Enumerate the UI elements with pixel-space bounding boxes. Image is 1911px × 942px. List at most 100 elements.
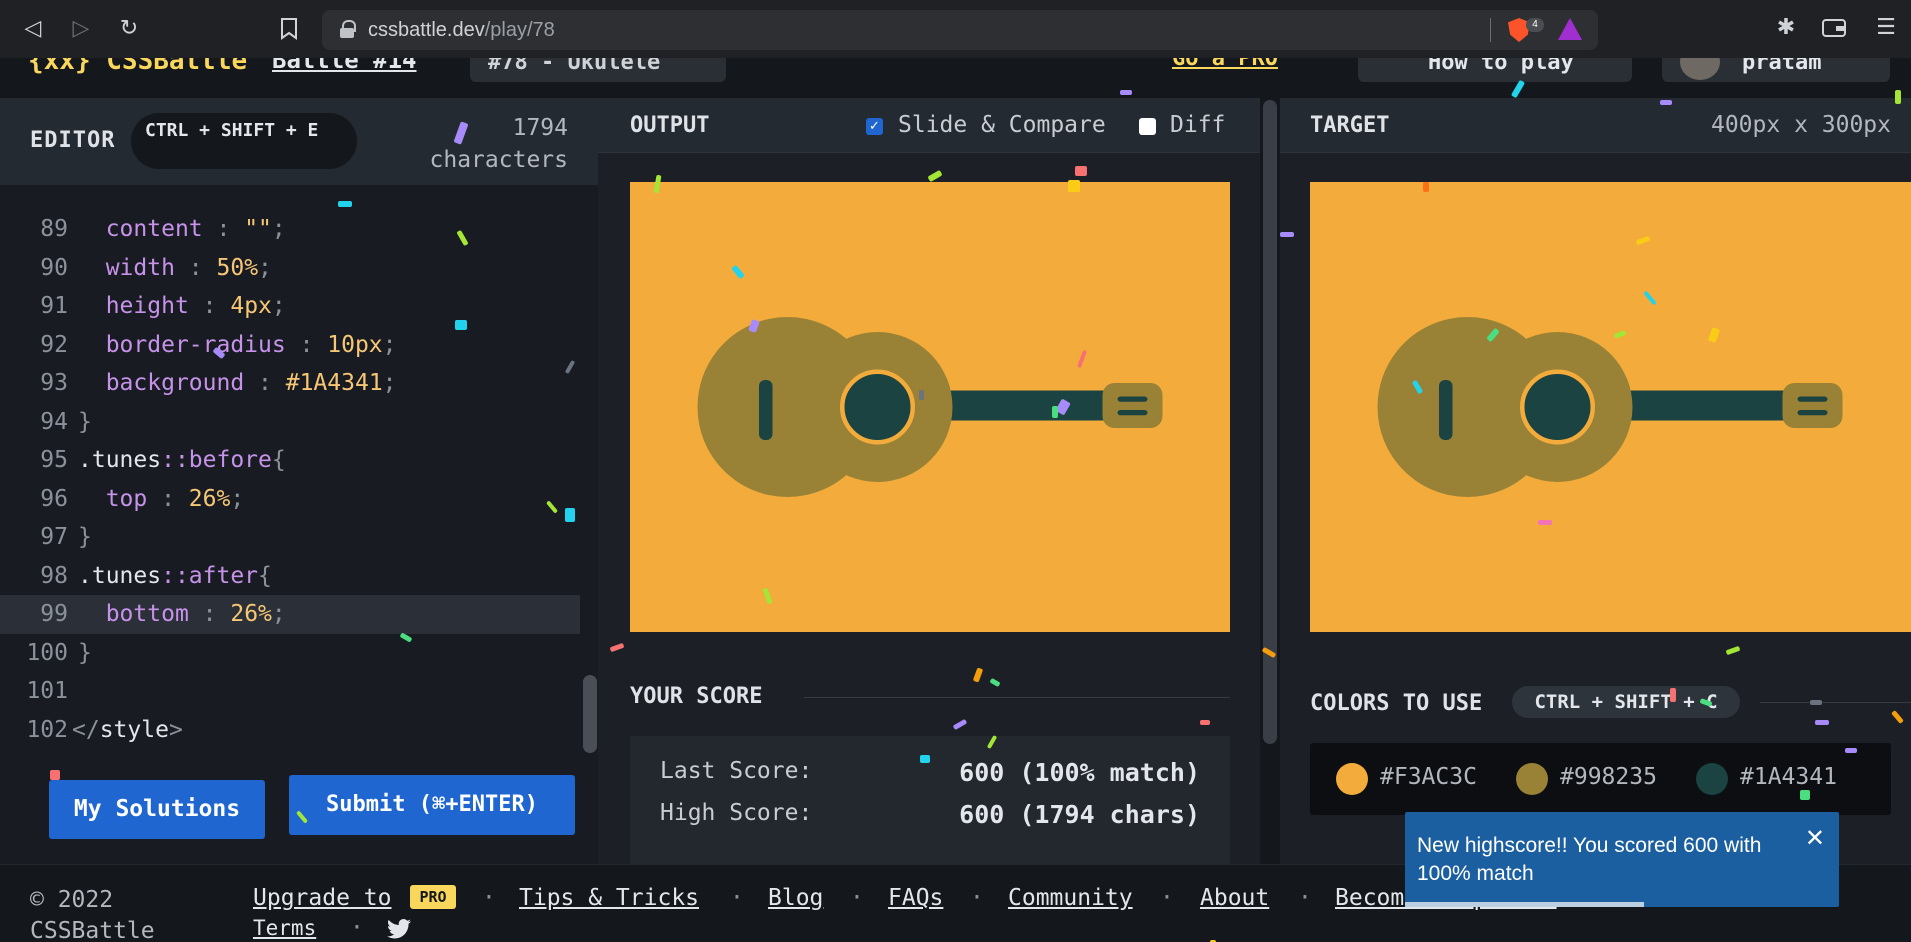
footer-separator: · (1160, 885, 1174, 911)
code-line[interactable]: 94} (0, 403, 580, 442)
line-number: 89 (40, 216, 68, 242)
line-number: 95 (40, 447, 68, 473)
code-editor[interactable]: 89 content : ""; 90 width : 50%; 91 height… (0, 210, 580, 750)
line-content: } (78, 518, 92, 557)
code-line[interactable]: 98 .tunes::after{ (0, 557, 580, 596)
css-property: background (105, 370, 245, 396)
confetti-piece (1815, 720, 1829, 725)
terms-link[interactable]: Terms (253, 916, 316, 940)
code-line[interactable]: 92 border-radius : 10px; (0, 326, 580, 365)
menu-icon[interactable]: ☰ (1872, 14, 1900, 42)
lock-icon (340, 20, 356, 38)
line-number: 100 (26, 639, 68, 666)
profile-button[interactable]: pratam (1662, 58, 1890, 82)
my-solutions-button[interactable]: My Solutions (49, 780, 265, 839)
confetti-piece (565, 508, 575, 522)
code-line[interactable]: 97} (0, 518, 580, 557)
output-preview[interactable] (630, 182, 1230, 632)
last-score-value: 600 (100% match) (959, 758, 1200, 787)
profile-name: pratam (1742, 58, 1822, 75)
line-content: </style> (72, 716, 183, 743)
copyright-owner: CSSBattle (30, 918, 155, 942)
code-line[interactable]: 90 width : 50%; (0, 249, 580, 288)
slide-compare-checkbox[interactable]: ✓ (866, 118, 883, 135)
high-score-label: High Score: (660, 800, 813, 826)
shields-count-badge: 4 (1526, 18, 1544, 32)
confetti-piece (338, 201, 352, 207)
blog-link[interactable]: Blog (768, 885, 823, 911)
line-number: 90 (40, 254, 68, 281)
forward-icon[interactable]: ▷ (66, 14, 96, 44)
color-hex[interactable]: #1A4341 (1740, 764, 1837, 790)
confetti-piece (1670, 688, 1676, 702)
line-number: 93 (40, 370, 68, 396)
confetti-piece (1845, 748, 1857, 753)
diff-checkbox[interactable] (1139, 118, 1156, 135)
css-property: height (105, 293, 189, 319)
color-hex[interactable]: #F3AC3C (1380, 764, 1477, 790)
editor-header: EDITOR CTRL + SHIFT + E 1794 characters (0, 98, 598, 185)
submit-button[interactable]: Submit (⌘+ENTER) (289, 775, 575, 835)
faqs-link[interactable]: FAQs (888, 885, 943, 911)
line-number: 91 (40, 293, 68, 319)
community-link[interactable]: Community (1008, 885, 1133, 911)
twitter-icon[interactable] (387, 919, 411, 939)
go-pro-link[interactable]: Go a PRO (1172, 58, 1278, 71)
address-bar[interactable]: cssbattle.dev/play/78 4 (322, 10, 1598, 50)
editor-panel: EDITOR CTRL + SHIFT + E 1794 characters … (0, 98, 598, 864)
upgrade-link[interactable]: Upgrade to (253, 885, 391, 911)
css-brace: } (78, 524, 92, 550)
tuning-peg-top (1797, 396, 1828, 402)
target-select[interactable]: #78 - Ukulele (470, 58, 726, 82)
editor-scrollbar[interactable] (583, 675, 597, 753)
css-property: border-radius (105, 331, 286, 358)
browser-toolbar: ◁ ▷ ↻ cssbattle.dev/play/78 4 ✱ ☰ (0, 0, 1911, 58)
ukulele-soundhole (840, 369, 915, 445)
code-line[interactable]: 99 bottom : 26%; (0, 595, 580, 634)
color-swatch[interactable] (1336, 763, 1368, 795)
code-line[interactable]: 91 height : 4px; (0, 287, 580, 326)
extensions-icon[interactable]: ✱ (1772, 14, 1800, 42)
about-link[interactable]: About (1200, 885, 1269, 911)
close-icon[interactable]: ✕ (1805, 824, 1825, 852)
line-content: top : 26%; (105, 485, 245, 512)
color-swatch[interactable] (1516, 763, 1548, 795)
code-line[interactable]: 95 .tunes::before{ (0, 441, 580, 480)
ukulele-headstock (1782, 383, 1843, 428)
code-line[interactable]: 93 background : #1A4341; (0, 364, 580, 403)
color-palette: #F3AC3C #998235 #1A4341 (1310, 743, 1891, 815)
footer-separator: · (850, 885, 864, 911)
line-content: content : ""; (105, 216, 286, 242)
colors-to-use-title: COLORS TO USE (1310, 691, 1483, 716)
code-line[interactable]: 89 content : ""; (0, 210, 580, 249)
tuning-peg-top (1117, 396, 1148, 402)
brave-rewards-icon[interactable] (1558, 18, 1582, 40)
bookmark-icon[interactable] (274, 14, 304, 44)
line-content: width : 50%; (105, 254, 272, 281)
pro-badge[interactable]: PRO (410, 885, 456, 909)
code-line[interactable]: 102 </style> (0, 711, 580, 750)
css-brace: { (258, 562, 272, 589)
confetti-piece (1200, 720, 1210, 725)
wallet-icon[interactable] (1820, 14, 1848, 42)
confetti-piece (920, 755, 930, 763)
highscore-toast: New highscore!! You scored 600 with 100%… (1405, 812, 1839, 907)
color-hex[interactable]: #998235 (1560, 764, 1657, 790)
tips-link[interactable]: Tips & Tricks (519, 885, 699, 911)
how-to-play-button[interactable]: How to play (1358, 58, 1632, 82)
tuning-peg-bottom (1117, 410, 1148, 416)
code-line[interactable]: 101 (0, 672, 580, 711)
score-box: Last Score: 600 (100% match) High Score:… (630, 736, 1230, 864)
cssbattle-logo[interactable]: {xx} CSSBattle (28, 58, 247, 76)
back-icon[interactable]: ◁ (18, 14, 48, 44)
code-line[interactable]: 96 top : 26%; (0, 480, 580, 519)
colors-divider (1760, 702, 1911, 703)
color-swatch[interactable] (1696, 763, 1728, 795)
code-line[interactable]: 100} (0, 634, 580, 673)
slide-compare-label[interactable]: Slide & Compare (898, 112, 1106, 138)
battle-link[interactable]: Battle #14 (272, 58, 417, 74)
reload-icon[interactable]: ↻ (114, 14, 144, 44)
css-brace: } (78, 408, 92, 435)
diff-label[interactable]: Diff (1170, 112, 1225, 138)
confetti-piece (1120, 90, 1132, 95)
